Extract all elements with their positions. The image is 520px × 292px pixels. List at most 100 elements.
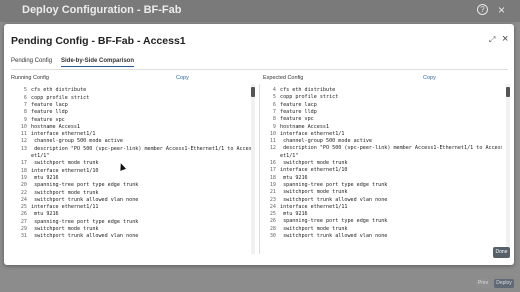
line-number: 31: [20, 233, 27, 240]
code-text: switchport mode trunk: [280, 225, 348, 232]
code-line: 8 feature vpc: [260, 116, 314, 123]
line-number: 8: [272, 116, 276, 123]
line-number: 28: [269, 225, 276, 232]
scrollbar-thumb[interactable]: [506, 87, 510, 97]
code-line: 22 switchport mode trunk: [11, 189, 99, 197]
modal-close-icon[interactable]: ×: [502, 33, 508, 45]
code-text: spanning-tree port type edge trunk: [31, 218, 139, 225]
tab-pending-config[interactable]: Pending Config: [11, 58, 52, 67]
line-number: 22: [20, 189, 27, 196]
expand-icon[interactable]: ⤢: [489, 35, 495, 45]
code-text: description "PO 500 (vpc-peer-link) memb…: [283, 145, 502, 152]
code-line: 26 mtu 9216: [11, 211, 59, 218]
line-number: 6: [23, 94, 27, 101]
code-text: et1/1": [280, 152, 299, 159]
line-number: 27: [20, 218, 27, 225]
code-line: 24 interface ethernet1/11: [260, 203, 348, 211]
code-text: hostname Access1: [280, 123, 330, 130]
code-line: 13 description "PO 500 (vpc-peer-link) m…: [11, 146, 254, 153]
code-line: 10 interface ethernet1/1: [260, 130, 345, 138]
code-line: 18 mtu 9216: [260, 175, 308, 182]
code-text: ssh name-interface: [31, 84, 86, 86]
code-text: spanning-tree port type edge trunk: [280, 218, 388, 225]
code-line: 5 copp profile strict: [260, 94, 338, 101]
code-line: 11 interface ethernet1/1: [11, 131, 96, 138]
expected-config-scrollbar[interactable]: [506, 84, 510, 254]
line-number: 30: [269, 233, 276, 239]
code-text: switchport mode trunk: [31, 226, 99, 232]
code-line: 29 switchport mode trunk: [11, 226, 99, 233]
page-title: Deploy Configuration - BF-Fab: [22, 4, 182, 16]
code-line: 4 cfs eth distribute: [260, 87, 335, 94]
code-line: 30 switchport trunk allowed vlan none: [260, 233, 387, 240]
deploy-button[interactable]: Deploy: [494, 279, 514, 288]
running-config-scrollbar[interactable]: [251, 84, 255, 254]
code-text: interface ethernet1/10: [280, 167, 348, 174]
code-line: 25 mtu 9216: [260, 211, 308, 218]
code-text: switchport mode trunk: [31, 160, 99, 167]
expected-config-header: Expected Config: [263, 75, 304, 81]
line-number: 11: [269, 138, 276, 145]
line-number: 16: [269, 160, 276, 166]
line-number: 24: [269, 203, 276, 210]
scrollbar-thumb[interactable]: [251, 87, 255, 97]
code-text: switchport trunk allowed vlan none: [280, 233, 388, 239]
code-text: interface ethernet1/1: [280, 130, 345, 137]
line-number: 8: [23, 109, 27, 116]
code-text: mtu 9216: [31, 211, 59, 218]
code-line: 6 copp profile strict: [11, 95, 89, 102]
code-text: channel-group 500 mode active: [31, 138, 124, 145]
code-text: feature vpc: [31, 116, 65, 123]
code-line: et1/1": [260, 153, 298, 160]
line-number: 5: [272, 94, 276, 101]
running-config-pane[interactable]: 4ssh name-interface5cfs eth distribute6c…: [11, 84, 254, 254]
line-number: 12: [20, 138, 27, 145]
code-text: feature lacp: [31, 101, 68, 108]
line-number: 17: [269, 167, 276, 174]
line-number: 17: [20, 160, 27, 167]
code-line: 23 switchport trunk allowed vlan none: [260, 197, 387, 204]
copy-expected-config-button[interactable]: Copy: [423, 75, 436, 81]
code-text: switchport mode trunk: [31, 189, 99, 196]
line-number: 9: [23, 116, 27, 123]
code-text: et1/1": [31, 153, 50, 159]
close-icon[interactable]: ×: [498, 3, 505, 17]
tab-side-by-side-comparison[interactable]: Side-by-Side Comparison: [61, 58, 135, 67]
code-text: spanning-tree port type edge trunk: [280, 181, 388, 188]
line-number: 19: [269, 181, 276, 188]
code-line: 24 switchport trunk allowed vlan none: [11, 197, 138, 204]
copy-running-config-button[interactable]: Copy: [176, 75, 189, 81]
line-number: 13: [20, 145, 27, 152]
code-line: 21 switchport mode trunk: [260, 189, 348, 196]
line-number: 7: [23, 101, 27, 108]
code-text: interface ethernet1/11: [280, 203, 348, 210]
code-text: switchport mode trunk: [280, 160, 348, 166]
prev-button[interactable]: Prev: [476, 279, 490, 288]
code-text: mtu 9216: [280, 174, 308, 181]
code-line: 8 feature lldp: [11, 109, 68, 116]
help-icon[interactable]: ?: [477, 4, 488, 15]
code-line: 7 feature lacp: [11, 102, 68, 109]
line-number: 21: [269, 189, 276, 196]
code-text: copp profile strict: [280, 94, 339, 101]
code-text: cfs eth distribute: [280, 87, 336, 93]
page-header: Deploy Configuration - BF-Fab ? ×: [0, 0, 520, 22]
line-number: 26: [269, 218, 276, 225]
expected-config-pane[interactable]: 4 cfs eth distribute 5 copp profile strict 6…: [259, 84, 502, 254]
line-number: 24: [20, 196, 27, 203]
line-number: 11: [20, 131, 27, 138]
line-number: 26: [20, 211, 27, 218]
code-text: switchport trunk allowed vlan none: [31, 196, 139, 203]
code-line: 17 interface ethernet1/10: [260, 167, 348, 174]
line-number: 18: [20, 167, 27, 174]
done-button[interactable]: Done: [493, 247, 510, 258]
pending-config-modal: Pending Config - BF-Fab - Access1 ⤢ × Pe…: [4, 24, 514, 265]
code-text: feature vpc: [280, 116, 314, 123]
line-number: 9: [272, 123, 276, 130]
line-number: 20: [20, 182, 27, 189]
code-line: 6 feature lacp: [260, 102, 317, 109]
line-number: 12: [269, 145, 276, 152]
code-line: 26 spanning-tree port type edge trunk: [260, 218, 387, 225]
line-number: 4: [272, 87, 276, 93]
code-line: 19 spanning-tree port type edge trunk: [260, 182, 387, 189]
